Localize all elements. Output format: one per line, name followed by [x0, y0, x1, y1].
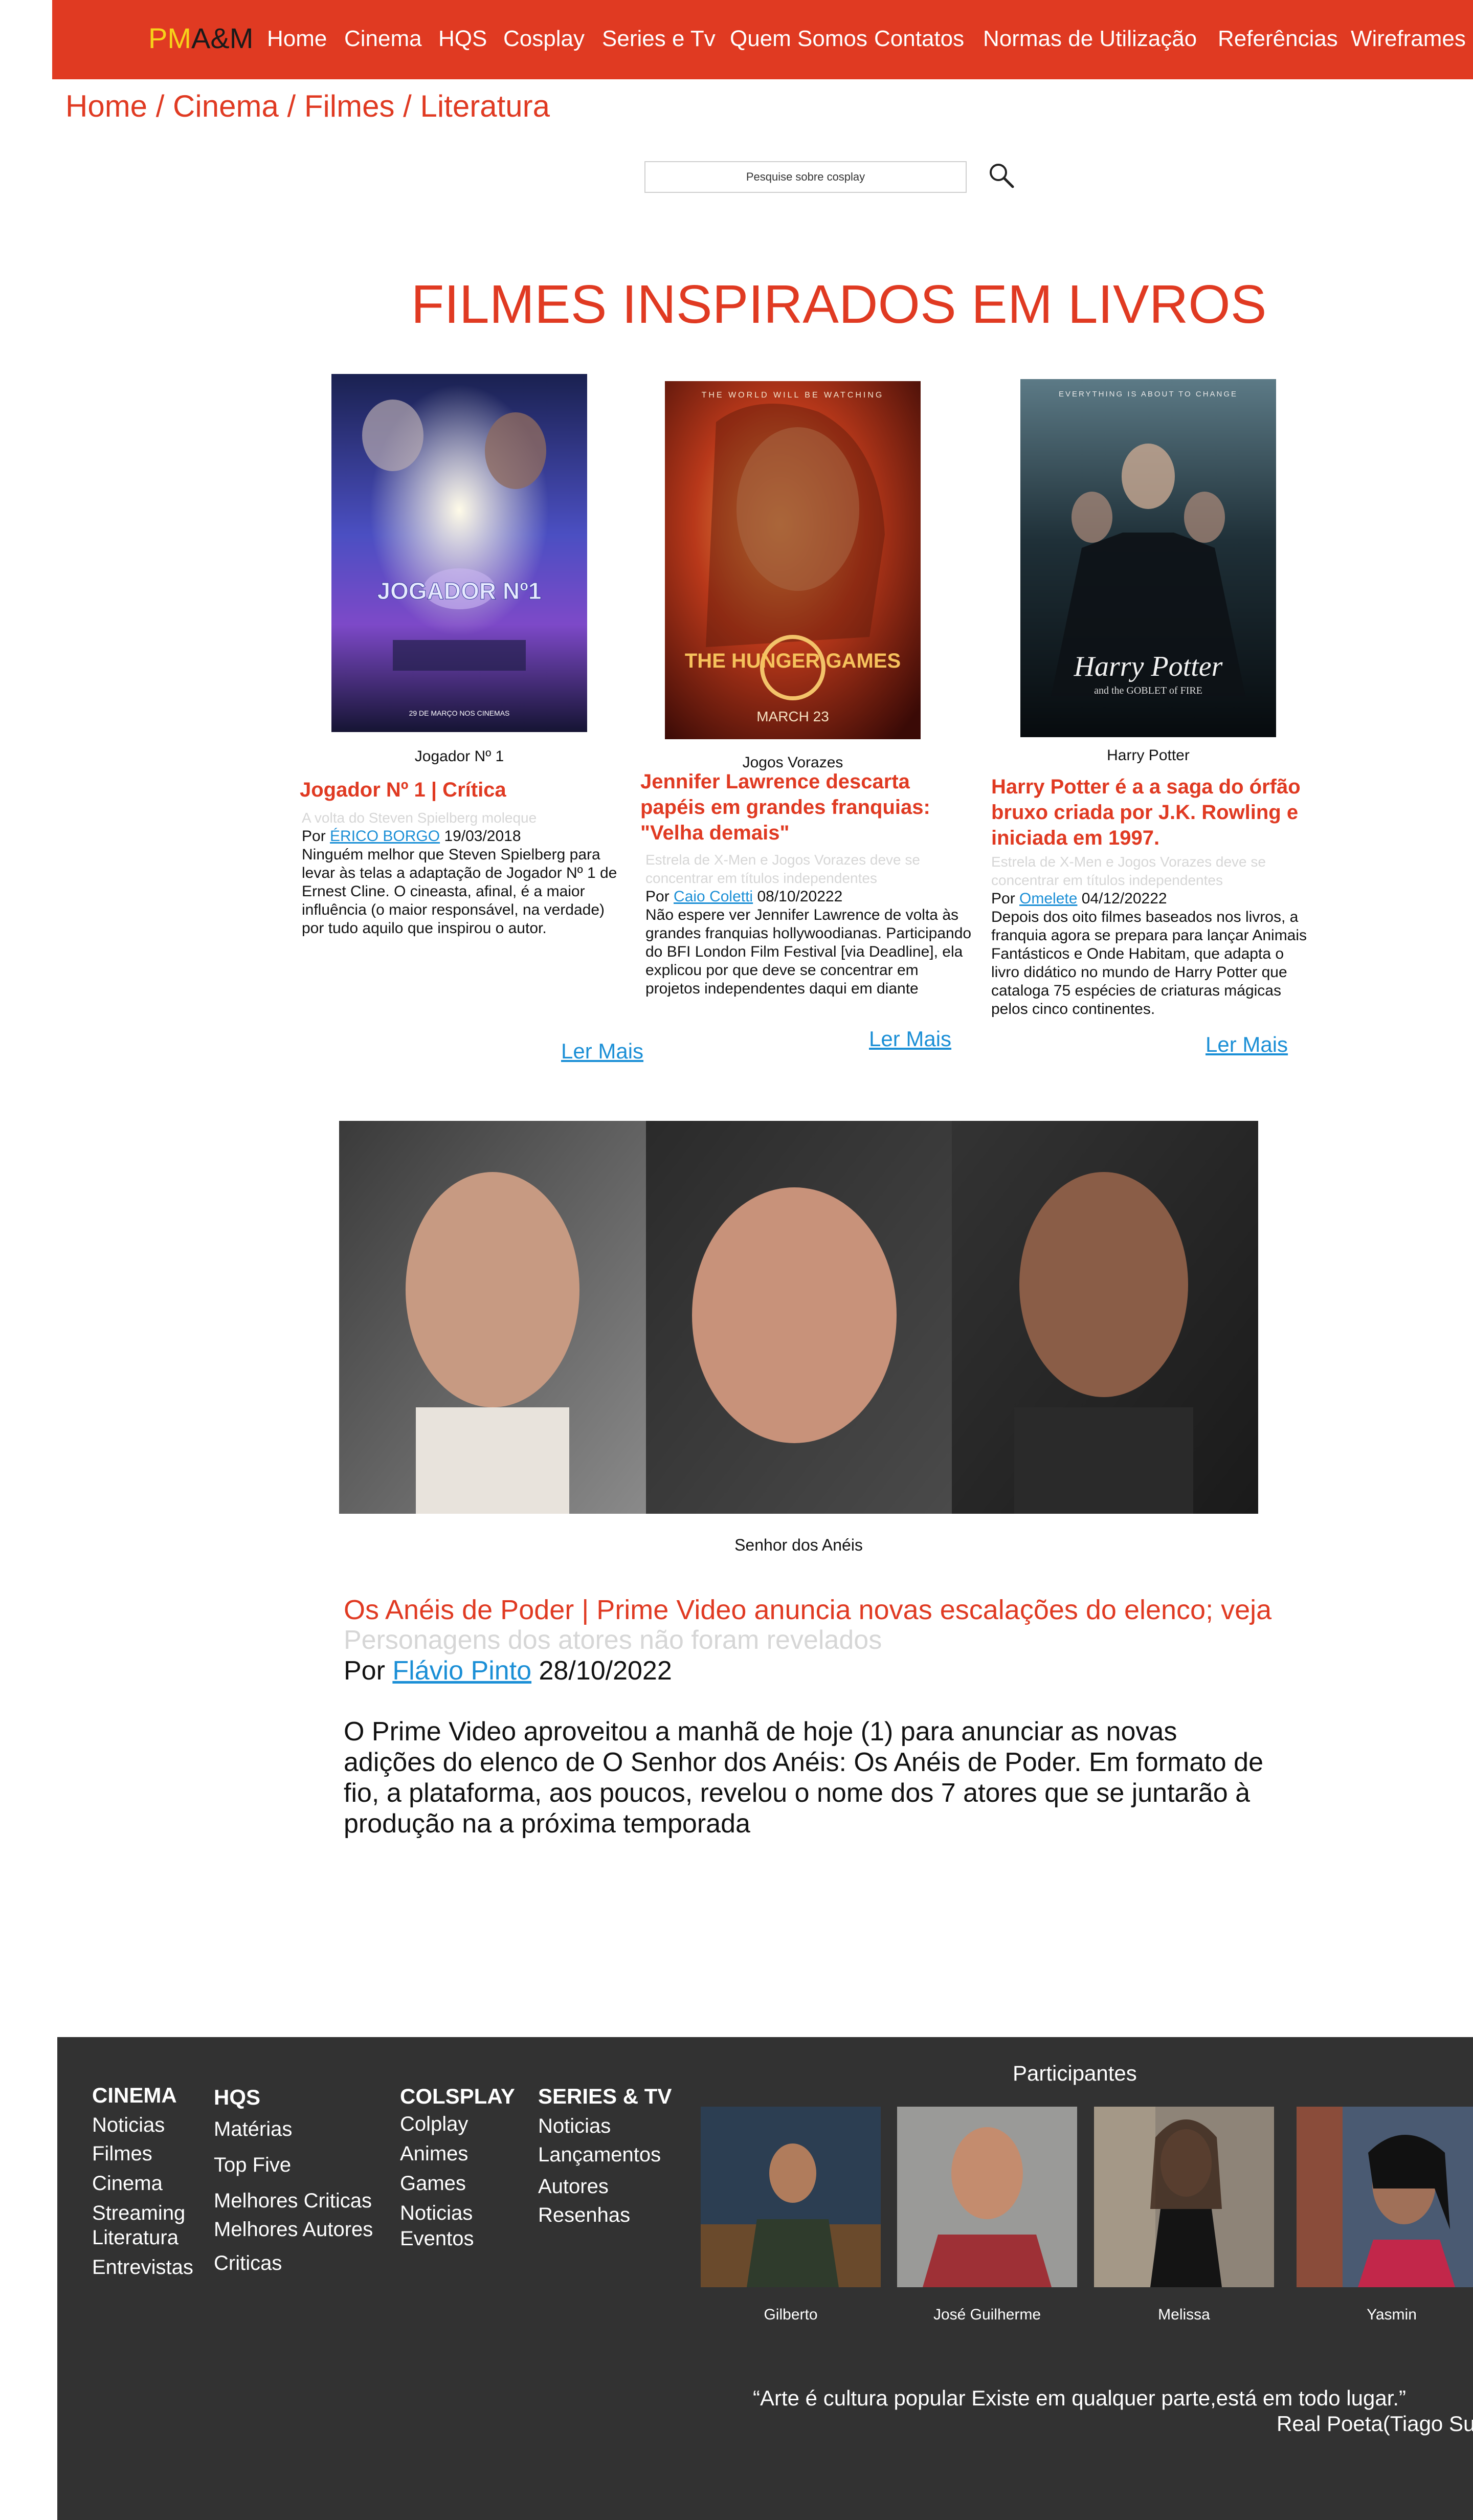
nav-referencias[interactable]: Referências	[1218, 25, 1338, 53]
poster-footer-text: MARCH 23	[756, 709, 829, 724]
poster-tagline-text: THE WORLD WILL BE WATCHING	[702, 391, 884, 400]
nav-wireframes[interactable]: Wireframes	[1351, 25, 1466, 53]
footer-link[interactable]: Filmes	[92, 2141, 152, 2167]
nav-cinema[interactable]: Cinema	[344, 25, 422, 53]
nav-hqs[interactable]: HQS	[438, 25, 487, 53]
byline-prefix: Por	[991, 890, 1020, 907]
participant-name: José Guilherme	[933, 2306, 1041, 2323]
byline-prefix: Por	[344, 1656, 393, 1686]
footer-link[interactable]: Criticas	[214, 2250, 282, 2276]
footer-link[interactable]: Noticias	[400, 2200, 473, 2226]
footer-col-series-title: SERIES & TV	[538, 2084, 672, 2108]
author-link[interactable]: Omelete	[1019, 890, 1077, 907]
participant-name: Gilberto	[764, 2306, 818, 2323]
poster-jogos-vorazes[interactable]: THE WORLD WILL BE WATCHING THE HUNGER GA…	[665, 381, 921, 739]
nav-quem-somos[interactable]: Quem Somos	[730, 25, 867, 53]
card-byline: Por ÉRICO BORGO 19/03/2018	[302, 827, 521, 846]
participants-title: Participantes	[1013, 2061, 1137, 2085]
nav-cosplay[interactable]: Cosplay	[503, 25, 585, 53]
byline-date: 04/12/20222	[1077, 890, 1167, 907]
footer-col-cinema-title: CINEMA	[92, 2083, 177, 2107]
nav-home[interactable]: Home	[267, 25, 327, 53]
card-headline[interactable]: Harry Potter é a a saga do órfão bruxo c…	[991, 774, 1319, 851]
poster-tagline-text: EVERYTHING IS ABOUT TO CHANGE	[1059, 390, 1238, 399]
participant-photo	[897, 2107, 1077, 2287]
poster-jogador-n1[interactable]: JOGADOR Nº1 29 DE MARÇO NOS CINEMAS	[331, 374, 587, 732]
card-subtitle: Estrela de X-Men e Jogos Vorazes deve se…	[645, 852, 920, 886]
article-headline[interactable]: Os Anéis de Poder | Prime Video anuncia …	[344, 1593, 1271, 1627]
card-subtitle: Estrela de X-Men e Jogos Vorazes deve se…	[991, 854, 1266, 888]
poster-subtitle-text: and the GOBLET of FIRE	[1094, 685, 1202, 696]
poster-title-text: THE HUNGER GAMES	[685, 650, 901, 672]
card-caption: Jogador Nº 1	[414, 748, 504, 765]
card-byline: Por Omelete 04/12/20222	[991, 890, 1167, 908]
breadcrumb[interactable]: Home / Cinema / Filmes / Literatura	[65, 87, 550, 126]
nav-normas[interactable]: Normas de Utilização	[983, 25, 1197, 53]
footer-link[interactable]: Colplay	[400, 2111, 468, 2137]
footer-link[interactable]: Autores	[538, 2174, 609, 2199]
participant-photo	[1297, 2107, 1473, 2287]
read-more-link[interactable]: Ler Mais	[1206, 1031, 1288, 1058]
search-icon[interactable]	[987, 161, 1016, 190]
byline-date: 08/10/20222	[753, 888, 843, 905]
card-caption: Harry Potter	[1107, 747, 1190, 764]
footer-link[interactable]: Animes	[400, 2141, 468, 2167]
author-link[interactable]: Flávio Pinto	[392, 1656, 531, 1686]
card-body: Não espere ver Jennifer Lawrence de volt…	[645, 907, 972, 997]
participant-photo	[1094, 2107, 1274, 2287]
footer-link[interactable]: Resenhas	[538, 2202, 630, 2228]
actors-caption: Senhor dos Anéis	[734, 1536, 863, 1554]
footer-quote: “Arte é cultura popular Existe em qualqu…	[753, 2386, 1407, 2410]
footer-link[interactable]: Streaming	[92, 2200, 185, 2226]
read-more-link[interactable]: Ler Mais	[869, 1026, 951, 1052]
author-link[interactable]: ÉRICO BORGO	[330, 828, 440, 845]
footer-link[interactable]: Lançamentos	[538, 2142, 661, 2168]
footer-col-hqs-title: HQS	[214, 2085, 261, 2109]
footer-link[interactable]: Melhores Criticas	[214, 2188, 372, 2214]
footer-col-colsplay-title: COLSPLAY	[400, 2084, 515, 2108]
card-headline[interactable]: Jennifer Lawrence descarta papéis em gra…	[640, 769, 968, 846]
footer-link[interactable]: Eventos	[400, 2226, 474, 2251]
footer-link[interactable]: Literatura	[92, 2225, 178, 2250]
footer-link[interactable]: Cinema	[92, 2171, 163, 2196]
footer-link[interactable]: Melhores Autores	[214, 2217, 373, 2242]
section-title: FILMES INSPIRADOS EM LIVROS	[411, 274, 1267, 335]
logo-pm: PM	[148, 22, 191, 54]
card-body: Ninguém melhor que Steven Spielberg para…	[302, 846, 617, 937]
card-byline: Por Caio Coletti 08/10/20222	[645, 888, 842, 906]
logo-am: A&M	[191, 22, 254, 54]
participant-name: Yasmin	[1367, 2306, 1417, 2323]
footer-link[interactable]: Noticias	[92, 2112, 165, 2138]
poster-footer-text: 29 DE MARÇO NOS CINEMAS	[409, 709, 510, 717]
byline-date: 19/03/2018	[440, 828, 521, 845]
participant-photo	[701, 2107, 881, 2287]
byline-prefix: Por	[645, 888, 674, 905]
card-headline[interactable]: Jogador Nº 1 | Crítica	[300, 777, 627, 803]
poster-title-text: JOGADOR Nº1	[377, 578, 542, 604]
actors-banner-image	[339, 1121, 1258, 1514]
card-body: Depois dos oito filmes baseados nos livr…	[991, 909, 1307, 1018]
nav-contatos[interactable]: Contatos	[874, 25, 964, 53]
footer-link[interactable]: Matérias	[214, 2116, 292, 2142]
article-subtitle: Personagens dos atores não foram revelad…	[344, 1625, 882, 1655]
poster-title-text: Harry Potter	[1074, 651, 1223, 682]
footer-quote-author: Real Poeta(Tiago Su	[1277, 2412, 1473, 2436]
card-subtitle: A volta do Steven Spielberg moleque	[302, 810, 537, 826]
read-more-link[interactable]: Ler Mais	[561, 1038, 643, 1065]
footer-link[interactable]: Entrevistas	[92, 2254, 193, 2280]
participant-name: Melissa	[1158, 2306, 1210, 2323]
footer-link[interactable]: Top Five	[214, 2152, 291, 2178]
byline-date: 28/10/2022	[531, 1656, 672, 1686]
poster-harry-potter[interactable]: EVERYTHING IS ABOUT TO CHANGE Harry Pott…	[1020, 379, 1276, 737]
site-logo[interactable]: PMA&M	[148, 20, 253, 56]
footer-link[interactable]: Games	[400, 2171, 466, 2196]
byline-prefix: Por	[302, 828, 330, 845]
article-byline: Por Flávio Pinto 28/10/2022	[344, 1654, 672, 1687]
author-link[interactable]: Caio Coletti	[674, 888, 753, 905]
search-input[interactable]	[644, 161, 967, 193]
footer-link[interactable]: Noticias	[538, 2113, 611, 2139]
nav-series-tv[interactable]: Series e Tv	[602, 25, 716, 53]
article-body: O Prime Video aproveitou a manhã de hoje…	[344, 1717, 1263, 1839]
